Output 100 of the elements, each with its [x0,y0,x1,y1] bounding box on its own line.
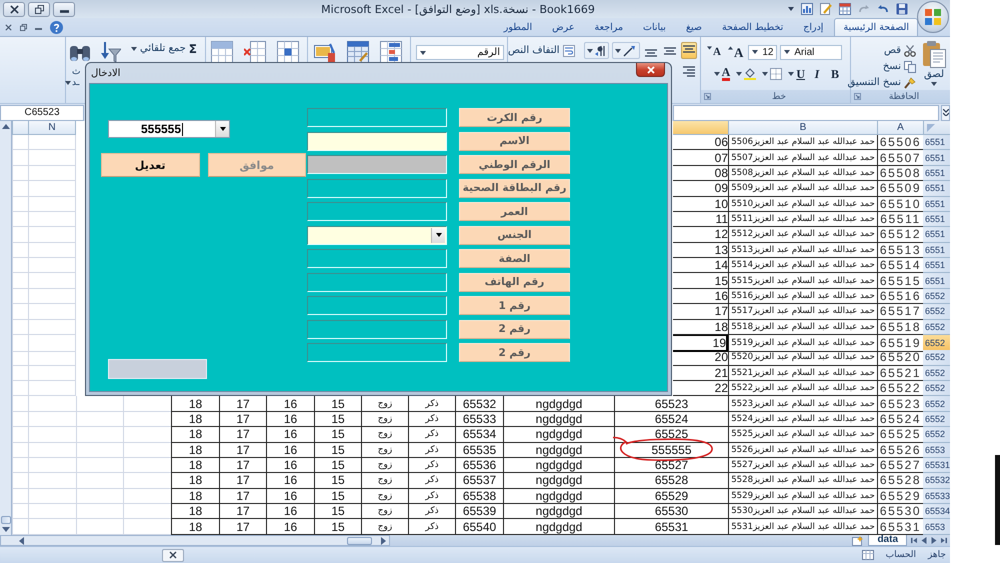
ribbon-tab[interactable]: تخطيط الصفحة [712,18,792,36]
row-header[interactable]: 6552 [923,381,950,396]
input-field[interactable] [307,272,447,292]
row-header[interactable]: 6552 [923,366,950,381]
font-size-field[interactable]: 12 [748,44,778,60]
sheet-tab[interactable]: data [868,535,907,546]
column-header[interactable]: A [877,121,923,135]
row-header[interactable]: 6552 [923,396,950,412]
row-header[interactable]: 6552 [923,304,950,320]
italic-button[interactable]: I [810,66,824,82]
copy-button[interactable]: نسخ [848,60,916,74]
scroll-thumb[interactable] [0,516,10,524]
row-header[interactable]: 6552 [923,288,950,304]
input-field[interactable] [307,178,447,198]
grow-font-button[interactable]: A [726,44,746,60]
row-header[interactable]: 65533 [923,488,950,504]
ribbon-tab[interactable]: صيغ [676,18,711,36]
help-icon[interactable] [50,20,63,34]
down-arrow-icon[interactable] [2,527,10,532]
input-field[interactable] [307,296,447,315]
caret-icon[interactable] [788,7,794,11]
input-field[interactable] [307,132,447,150]
close-button[interactable] [3,2,25,16]
column-header[interactable]: N [28,121,76,135]
formula-input-field[interactable] [673,104,939,120]
row-header[interactable]: 6551 [923,242,950,258]
previous-sheet-icon[interactable] [921,537,927,544]
font-name-field[interactable]: Arial [780,44,842,60]
ribbon-tab[interactable]: عرض [543,18,584,36]
minimize-button[interactable] [53,2,75,16]
row-header[interactable]: 6552 [923,350,950,366]
table-brush-icon[interactable] [347,41,369,63]
bold-button[interactable]: B [828,66,842,82]
right-arrow-icon[interactable] [381,536,386,544]
horizontal-scrollbar[interactable] [0,535,390,546]
row-header[interactable]: 6551 [923,166,950,182]
input-field[interactable] [307,202,447,221]
ribbon-tab[interactable]: الصفحة الرئيسية [834,18,918,36]
caret-icon[interactable] [65,81,72,85]
grid-cell-icon[interactable] [277,41,299,63]
row-header[interactable]: 65531 [923,458,950,474]
vertical-align-button[interactable] [681,42,697,59]
row-header[interactable]: 6551 [923,181,950,196]
orientation-button[interactable] [612,42,640,59]
input-field[interactable] [307,108,447,127]
dropdown-button[interactable] [431,228,445,242]
vertical-scrollbar[interactable] [0,121,12,535]
grid-cross-icon[interactable] [244,41,266,63]
dropdown-button[interactable] [215,121,229,137]
row-header[interactable]: 6552 [923,427,950,442]
record-combo-box[interactable]: 555555 [108,120,230,138]
corner-arrow-icon[interactable] [704,93,711,100]
row-header[interactable]: 6551 [923,258,950,274]
row-header[interactable]: 6551 [923,135,950,150]
row-header[interactable]: 6551 [923,150,950,166]
text-direction-button[interactable] [584,42,610,59]
fill-color-button[interactable] [735,66,758,82]
format-painter-button[interactable]: نسخ التنسيق [848,76,916,90]
corner-arrow-icon[interactable] [854,93,861,100]
input-field[interactable] [307,320,447,338]
grid-bars-icon[interactable] [380,41,402,63]
arrow-funnel-icon[interactable] [101,41,122,63]
left-arrow-icon[interactable] [19,536,24,544]
panel-close-button[interactable] [162,548,184,562]
row-header[interactable]: 6552 [923,320,950,335]
last-sheet-icon[interactable] [941,537,947,544]
save-icon[interactable] [896,3,908,15]
number-format-field[interactable]: الرقم [416,45,504,60]
grid-icon[interactable] [211,41,233,63]
row-header[interactable]: 6553 [923,519,950,535]
first-sheet-icon[interactable] [911,537,917,544]
row-header[interactable]: 6553 [923,442,950,458]
chart-icon[interactable] [801,3,813,15]
combo-box[interactable] [307,226,447,244]
shrink-font-button[interactable]: A [705,44,723,60]
restore-icon[interactable] [20,24,27,30]
input-field[interactable] [307,343,447,362]
grid-view-icon[interactable] [862,550,874,560]
form-button[interactable]: تعديل [101,153,200,177]
row-header[interactable]: 6551 [923,227,950,243]
input-field[interactable] [307,249,447,268]
row-header[interactable]: 6551 [923,196,950,212]
pencil-icon[interactable] [820,3,832,15]
undo-icon[interactable] [877,3,889,15]
wrap-text-button[interactable]: التفاف النص [508,44,575,56]
table-icon[interactable] [839,3,851,15]
restore-button[interactable] [28,2,50,16]
ribbon-tab[interactable]: بيانات [634,18,675,36]
row-header[interactable]: 6552 [923,412,950,428]
next-sheet-icon[interactable] [931,537,937,544]
input-field[interactable] [307,155,447,174]
cut-button[interactable]: قص [848,44,916,58]
row-header[interactable]: 65534 [923,504,950,520]
row-header[interactable]: 65532 [923,473,950,489]
ribbon-tab[interactable]: إدراج [794,18,832,36]
column-header[interactable]: B [728,121,877,135]
color-blocks-icon[interactable] [314,41,336,63]
ribbon-tab[interactable]: مراجعة [586,18,632,36]
row-header[interactable]: 6551 [923,212,950,228]
name-box[interactable]: C65523 [0,104,84,120]
